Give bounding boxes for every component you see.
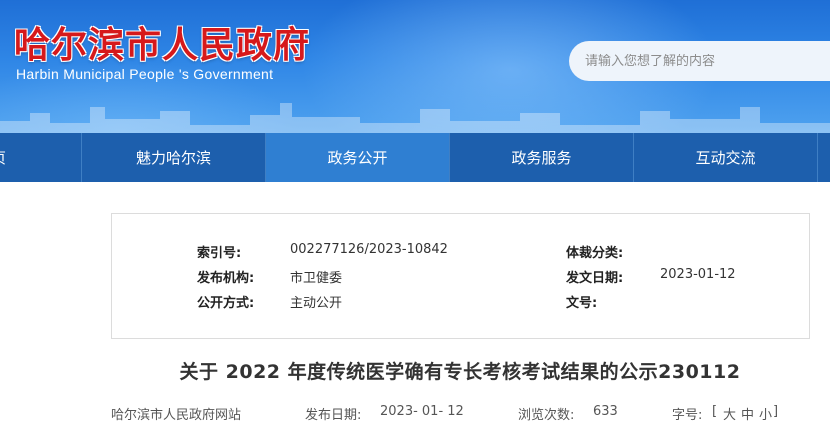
org-value: 市卫健委 [290, 271, 343, 286]
nav-item-charm-harbin[interactable]: 魅力哈尔滨 [82, 133, 266, 182]
document-info-table: 索引号: 002277126/2023-10842 体裁分类: 发布机构: 市卫… [111, 213, 810, 339]
info-row: 索引号: 002277126/2023-10842 体裁分类: [112, 242, 809, 262]
date-label: 发文日期: [566, 271, 624, 286]
site-title[interactable]: 哈尔滨市人民政府 [14, 16, 310, 68]
nav-item-government-affairs-disclosure[interactable]: 政务公开 [266, 133, 450, 182]
index-value: 002277126/2023-10842 [290, 242, 448, 257]
article-source: 哈尔滨市人民政府网站 [111, 408, 242, 423]
nav-item-label: 政务公开 [327, 149, 388, 167]
font-size-label: 字号: [672, 408, 703, 423]
site-subtitle: Harbin Municipal People 's Government [16, 66, 274, 82]
mode-label: 公开方式: [197, 296, 255, 311]
nav-item-government-services[interactable]: 政务服务 [450, 133, 634, 182]
views-label: 浏览次数: [518, 408, 575, 423]
info-row: 发布机构: 市卫健委 发文日期: 2023-01-12 [112, 267, 809, 287]
nav-item-label: 页 [0, 147, 6, 168]
font-size-small-link[interactable]: 小 [759, 404, 772, 423]
nav-item-interaction[interactable]: 互动交流 [634, 133, 818, 182]
city-skyline-decoration [0, 103, 830, 133]
mode-value: 主动公开 [290, 296, 343, 311]
nav-item-label: 互动交流 [695, 149, 756, 167]
main-nav: 页 魅力哈尔滨 政务公开 政务服务 互动交流 [0, 133, 830, 182]
views-value: 633 [593, 404, 618, 419]
font-size-bracket-open: [ [712, 404, 718, 419]
font-size-bracket-close: ] [773, 404, 779, 419]
nav-item-label: 魅力哈尔滨 [135, 149, 211, 167]
org-label: 发布机构: [197, 271, 255, 286]
genre-label: 体裁分类: [566, 246, 624, 261]
header-banner: 哈尔滨市人民政府 Harbin Municipal People 's Gove… [0, 0, 830, 133]
article-meta: 哈尔滨市人民政府网站 发布日期: 2023- 01- 12 浏览次数: 633 … [0, 404, 830, 426]
index-label: 索引号: [197, 246, 242, 261]
pub-date-label: 发布日期: [305, 408, 362, 423]
font-size-large-link[interactable]: 大 [723, 404, 736, 423]
nav-item-label: 政务服务 [511, 149, 572, 167]
pub-date-value: 2023- 01- 12 [380, 404, 464, 419]
search-input[interactable] [585, 53, 825, 69]
date-value: 2023-01-12 [660, 267, 736, 282]
article-title: 关于 2022 年度传统医学确有专长考核考试结果的公示230112 [179, 361, 741, 383]
search-box[interactable] [569, 41, 830, 81]
nav-item-home[interactable]: 页 [0, 133, 82, 182]
docno-label: 文号: [566, 296, 598, 311]
info-row: 公开方式: 主动公开 文号: [112, 292, 809, 312]
font-size-medium-link[interactable]: 中 [741, 404, 754, 423]
